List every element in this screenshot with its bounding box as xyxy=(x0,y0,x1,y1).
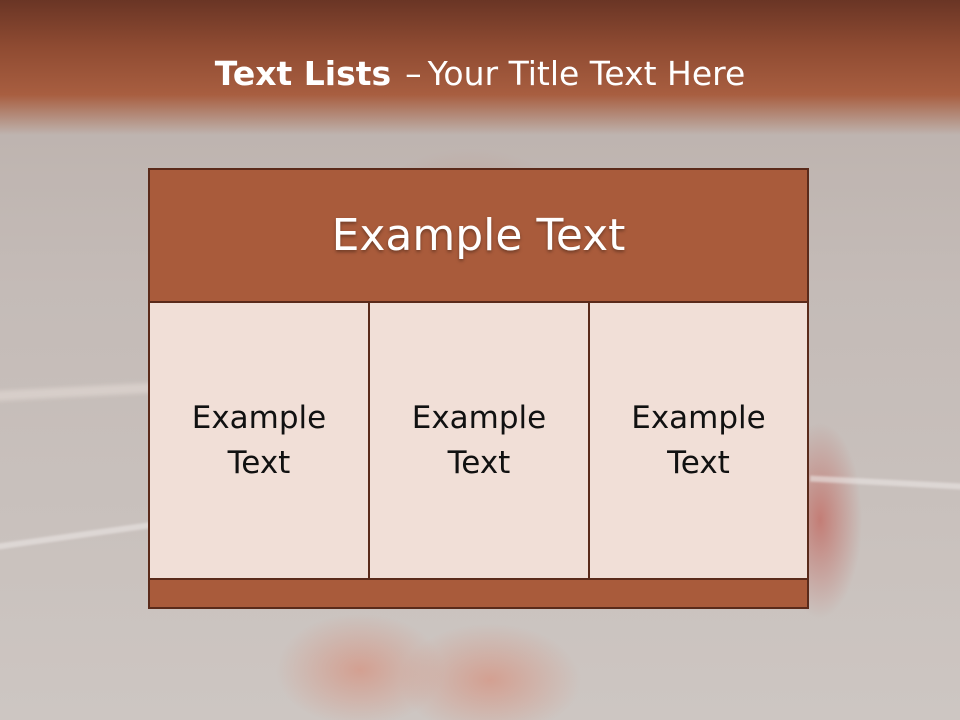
table-column-cell: Example Text xyxy=(590,303,807,578)
column-text: Example Text xyxy=(191,399,327,481)
title-rest-text: Your Title Text Here xyxy=(427,54,746,93)
column-text: Example Text xyxy=(631,399,766,481)
text-list-table: Example Text Example Text Example Text E… xyxy=(148,168,809,609)
title-bold-text: Text Lists xyxy=(214,54,392,93)
table-column-cell: Example Text xyxy=(370,303,588,578)
table-header-cell: Example Text xyxy=(150,170,807,301)
background-rope xyxy=(809,475,960,491)
slide-title: Text Lists – Your Title Text Here xyxy=(0,52,960,96)
title-separator: – xyxy=(405,54,422,93)
table-header-text: Example Text xyxy=(331,210,626,261)
column-text: Example Text xyxy=(411,399,547,481)
table-footer-band xyxy=(150,580,807,607)
slide-background: Text Lists – Your Title Text Here Example … xyxy=(0,0,960,720)
table-column-cell: Example Text xyxy=(150,303,368,578)
